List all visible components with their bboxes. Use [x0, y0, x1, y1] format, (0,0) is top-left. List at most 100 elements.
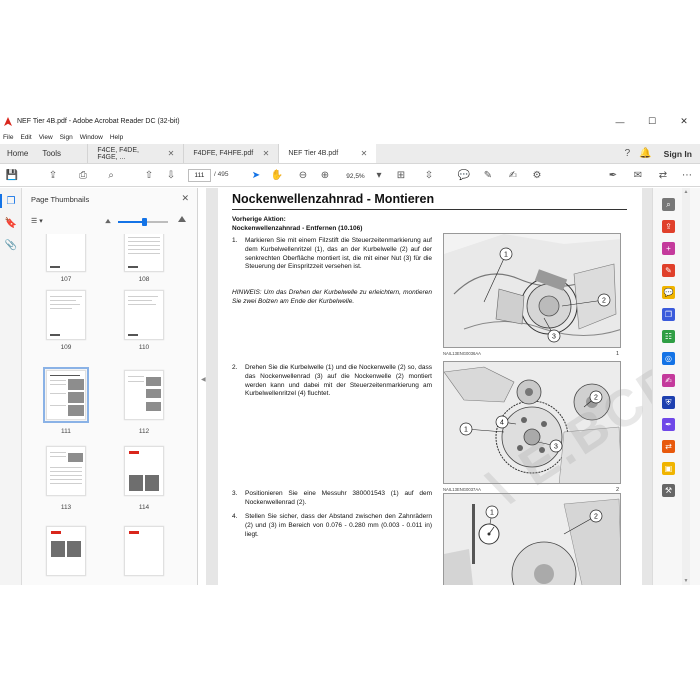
bookmark-icon[interactable]: 🔖	[4, 216, 18, 230]
thumbnail-111[interactable]	[43, 367, 89, 423]
figure-2-caption: NAIL13ENG0037AA 2	[443, 487, 621, 493]
document-scrollbar[interactable]: ▲ ▼	[682, 188, 690, 585]
panel-title: Page Thumbnails	[31, 195, 90, 204]
menu-help[interactable]: Help	[110, 134, 123, 141]
print-icon[interactable]: ⎙	[76, 168, 90, 182]
search-tool-icon[interactable]: ⌕	[662, 198, 675, 211]
scroll-mode-icon[interactable]: ⇳	[422, 168, 436, 182]
menu-edit[interactable]: Edit	[20, 134, 31, 141]
thumbnail-label: 111	[61, 428, 71, 435]
sign-icon[interactable]: ✒	[606, 168, 620, 182]
stamp-icon[interactable]: ⚙	[530, 168, 544, 182]
attachment-icon[interactable]: 📎	[4, 238, 18, 252]
step-number: 2.	[232, 364, 238, 371]
thumbnail-107[interactable]	[46, 234, 86, 272]
menu-view[interactable]: View	[39, 134, 53, 141]
doc-tab-3[interactable]: NEF Tier 4B.pdf ✕	[278, 144, 377, 163]
hand-tool-icon[interactable]: ✋	[270, 168, 284, 182]
zoom-dropdown-icon[interactable]: ▾	[372, 168, 386, 182]
tab-tools[interactable]: Tools	[35, 144, 87, 163]
draw-icon[interactable]: ✍	[506, 168, 520, 182]
save-icon[interactable]: 💾	[5, 168, 19, 182]
close-panel-icon[interactable]: ✕	[181, 193, 189, 204]
menu-window[interactable]: Window	[80, 134, 103, 141]
search-icon[interactable]: ⌕	[104, 168, 118, 182]
fill-sign-icon[interactable]: ✍	[662, 374, 675, 387]
thumbnail-114[interactable]	[124, 446, 164, 496]
thumbnail-label: 109	[60, 344, 72, 351]
thumbnail-115[interactable]	[46, 526, 86, 576]
thumbnail-109[interactable]	[46, 290, 86, 340]
tab-home[interactable]: Home	[0, 144, 35, 163]
sign-in-button[interactable]: Sign In	[664, 149, 692, 159]
export-pdf-icon[interactable]: ⇪	[662, 220, 675, 233]
zoom-in-icon[interactable]: ⊕	[318, 168, 332, 182]
slider-handle[interactable]	[142, 218, 147, 226]
close-window-button[interactable]: ✕	[668, 112, 700, 131]
menu-file[interactable]: File	[3, 134, 13, 141]
close-tab-icon[interactable]: ✕	[263, 149, 270, 158]
doc-tab-label: F4CE, F4DE, F4GE, ...	[97, 146, 139, 161]
callout-number: 3	[552, 334, 556, 341]
create-pdf-icon[interactable]: +	[662, 242, 675, 255]
more-tools-icon[interactable]: ⚒	[662, 484, 675, 497]
previous-page-icon[interactable]: ⇧	[142, 168, 156, 182]
doc-tab-2[interactable]: F4DFE, F4HFE.pdf ✕	[183, 144, 278, 163]
thumbnail-label: 114	[138, 504, 150, 511]
page-heading: Nockenwellenzahnrad - Montieren	[232, 192, 435, 206]
small-thumb-size-icon[interactable]	[105, 218, 111, 224]
highlight-pen-icon[interactable]: ✎	[481, 168, 495, 182]
doc-tab-1[interactable]: F4CE, F4DE, F4GE, ... ✕	[87, 144, 183, 163]
next-page-icon[interactable]: ⇩	[164, 168, 178, 182]
scroll-down-arrow-icon[interactable]: ▼	[682, 578, 690, 584]
help-icon[interactable]: ?	[625, 148, 631, 159]
step-1: 1. Markieren Sie mit einem Filzstift die…	[232, 237, 432, 272]
email-icon[interactable]: ✉	[631, 168, 645, 182]
organize-pages-icon[interactable]: ☷	[662, 330, 675, 343]
callout-number: 1	[464, 427, 468, 434]
thumbnail-options-icon[interactable]: ☰ ▾	[31, 217, 43, 225]
thumbnail-108[interactable]	[124, 234, 164, 272]
thumbnail-112[interactable]	[124, 370, 164, 420]
send-for-comments-icon[interactable]: ⇄	[662, 440, 675, 453]
callout-number: 2	[594, 395, 598, 402]
select-cursor-icon[interactable]: ➤	[249, 168, 263, 182]
notification-bell-icon[interactable]: 🔔	[639, 148, 651, 159]
scan-ocr-icon[interactable]: ◎	[662, 352, 675, 365]
zoom-level[interactable]: 92,5%	[341, 170, 370, 182]
protect-icon[interactable]: ⛨	[662, 396, 675, 409]
comment-icon[interactable]: 💬	[457, 168, 471, 182]
thumbnail-113[interactable]	[46, 446, 86, 496]
thumbnail-110[interactable]	[124, 290, 164, 340]
zoom-out-icon[interactable]: ⊖	[296, 168, 310, 182]
maximize-button[interactable]: ☐	[636, 112, 668, 131]
scroll-up-arrow-icon[interactable]: ▲	[682, 189, 690, 195]
compare-files-icon[interactable]: ▣	[662, 462, 675, 475]
acrobat-window: NEF Tier 4B.pdf - Adobe Acrobat Reader D…	[0, 112, 700, 585]
page-thumbnails-icon[interactable]: ❐	[0, 194, 18, 208]
pdf-page: Nockenwellenzahnrad - Montieren Vorherig…	[218, 188, 652, 585]
close-tab-icon[interactable]: ✕	[168, 149, 175, 158]
large-thumb-size-icon[interactable]	[178, 216, 186, 222]
callout-number: 2	[594, 514, 598, 521]
upload-icon[interactable]: ⇪	[46, 168, 60, 182]
minimize-button[interactable]: —	[604, 112, 636, 131]
more-tools-icon[interactable]: ⋯	[680, 168, 694, 182]
close-tab-icon[interactable]: ✕	[361, 149, 368, 158]
request-signature-icon[interactable]: ✒	[662, 418, 675, 431]
edit-pdf-icon[interactable]: ✎	[662, 264, 675, 277]
page-number-input[interactable]: 111	[188, 169, 211, 182]
fit-page-icon[interactable]: ⊞	[394, 168, 408, 182]
menu-sign[interactable]: Sign	[60, 134, 73, 141]
callout-leader-line	[483, 253, 507, 303]
step-text: Stellen Sie sicher, dass der Abstand zwi…	[245, 513, 432, 538]
toolbar: 💾 ⇪ ⎙ ⌕ ⇧ ⇩ 111 / 495 ➤ ✋ ⊖ ⊕ 92,5% ▾ ⊞ …	[0, 164, 700, 187]
thumbnail-116[interactable]	[124, 526, 164, 576]
comment-tool-icon[interactable]: 💬	[662, 286, 675, 299]
combine-files-icon[interactable]: ❐	[662, 308, 675, 321]
prior-action-link[interactable]: Nockenwellenzahnrad - Entfernen (10.106)	[232, 225, 362, 232]
thumbnail-size-slider[interactable]	[118, 218, 168, 226]
document-viewport[interactable]: Nockenwellenzahnrad - Montieren Vorherig…	[206, 188, 652, 585]
collapse-panel-icon[interactable]: ◀	[201, 376, 206, 383]
share-link-icon[interactable]: ⇄	[656, 168, 670, 182]
